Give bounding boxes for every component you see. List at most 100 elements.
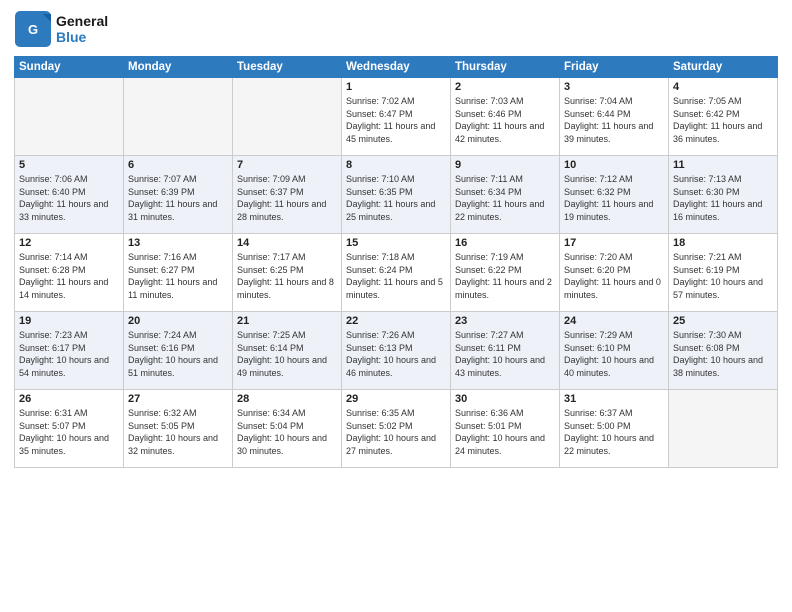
day-number: 2 [455, 81, 555, 93]
calendar-cell-4-1: 27 Sunrise: 6:32 AM Sunset: 5:05 PM Dayli… [124, 390, 233, 468]
calendar-cell-0-2 [233, 78, 342, 156]
calendar-cell-2-4: 16 Sunrise: 7:19 AM Sunset: 6:22 PM Dayli… [451, 234, 560, 312]
day-info: Sunrise: 7:14 AM Sunset: 6:28 PM Dayligh… [19, 251, 119, 301]
week-row-3: 12 Sunrise: 7:14 AM Sunset: 6:28 PM Dayli… [15, 234, 778, 312]
logo-svg: G [14, 10, 52, 48]
day-number: 15 [346, 237, 446, 249]
day-number: 30 [455, 393, 555, 405]
day-number: 18 [673, 237, 773, 249]
day-info: Sunrise: 7:27 AM Sunset: 6:11 PM Dayligh… [455, 329, 555, 379]
calendar-cell-1-1: 6 Sunrise: 7:07 AM Sunset: 6:39 PM Daylig… [124, 156, 233, 234]
day-number: 17 [564, 237, 664, 249]
calendar-cell-0-5: 3 Sunrise: 7:04 AM Sunset: 6:44 PM Daylig… [560, 78, 669, 156]
day-info: Sunrise: 7:30 AM Sunset: 6:08 PM Dayligh… [673, 329, 773, 379]
calendar-cell-0-4: 2 Sunrise: 7:03 AM Sunset: 6:46 PM Daylig… [451, 78, 560, 156]
calendar-cell-3-2: 21Sunrise: 7:25 AM Sunset: 6:14 PM Dayli… [233, 312, 342, 390]
calendar-cell-1-5: 10 Sunrise: 7:12 AM Sunset: 6:32 PM Dayli… [560, 156, 669, 234]
day-info: Sunrise: 7:19 AM Sunset: 6:22 PM Dayligh… [455, 251, 555, 301]
calendar-cell-2-6: 18 Sunrise: 7:21 AM Sunset: 6:19 PM Dayli… [669, 234, 778, 312]
day-number: 5 [19, 159, 119, 171]
day-number: 1 [346, 81, 446, 93]
day-info: Sunrise: 7:20 AM Sunset: 6:20 PM Dayligh… [564, 251, 664, 301]
day-info: Sunrise: 7:21 AM Sunset: 6:19 PM Dayligh… [673, 251, 773, 301]
calendar-cell-4-3: 29Sunrise: 6:35 AM Sunset: 5:02 PM Dayli… [342, 390, 451, 468]
calendar-cell-4-2: 28Sunrise: 6:34 AM Sunset: 5:04 PM Dayli… [233, 390, 342, 468]
day-number: 13 [128, 237, 228, 249]
day-number: 7 [237, 159, 337, 171]
day-number: 4 [673, 81, 773, 93]
day-number: 21 [237, 315, 337, 327]
calendar-cell-3-0: 19 Sunrise: 7:23 AM Sunset: 6:17 PM Dayli… [15, 312, 124, 390]
day-number: 6 [128, 159, 228, 171]
calendar-cell-1-6: 11 Sunrise: 7:13 AM Sunset: 6:30 PM Dayli… [669, 156, 778, 234]
day-number: 28 [237, 393, 337, 405]
calendar-cell-0-0 [15, 78, 124, 156]
calendar-cell-3-1: 20 Sunrise: 7:24 AM Sunset: 6:16 PM Dayli… [124, 312, 233, 390]
day-info: Sunrise: 7:06 AM Sunset: 6:40 PM Dayligh… [19, 173, 119, 223]
svg-text:G: G [28, 22, 38, 37]
calendar-cell-0-1 [124, 78, 233, 156]
day-number: 3 [564, 81, 664, 93]
day-info: Sunrise: 7:13 AM Sunset: 6:30 PM Dayligh… [673, 173, 773, 223]
calendar-cell-1-4: 9Sunrise: 7:11 AM Sunset: 6:34 PM Daylig… [451, 156, 560, 234]
day-info: Sunrise: 7:03 AM Sunset: 6:46 PM Dayligh… [455, 95, 555, 145]
calendar-cell-4-6 [669, 390, 778, 468]
calendar-page: G General Blue SundayMondayTuesdayWednes… [0, 0, 792, 612]
day-info: Sunrise: 7:29 AM Sunset: 6:10 PM Dayligh… [564, 329, 664, 379]
day-info: Sunrise: 7:26 AM Sunset: 6:13 PM Dayligh… [346, 329, 446, 379]
day-info: Sunrise: 7:04 AM Sunset: 6:44 PM Dayligh… [564, 95, 664, 145]
calendar-cell-1-3: 8 Sunrise: 7:10 AM Sunset: 6:35 PM Daylig… [342, 156, 451, 234]
calendar-cell-2-2: 14 Sunrise: 7:17 AM Sunset: 6:25 PM Dayli… [233, 234, 342, 312]
day-number: 9 [455, 159, 555, 171]
weekday-wednesday: Wednesday [342, 57, 451, 78]
week-row-4: 19 Sunrise: 7:23 AM Sunset: 6:17 PM Dayli… [15, 312, 778, 390]
day-number: 19 [19, 315, 119, 327]
calendar-cell-1-2: 7 Sunrise: 7:09 AM Sunset: 6:37 PM Daylig… [233, 156, 342, 234]
day-number: 16 [455, 237, 555, 249]
day-info: Sunrise: 7:05 AM Sunset: 6:42 PM Dayligh… [673, 95, 773, 145]
day-info: Sunrise: 7:23 AM Sunset: 6:17 PM Dayligh… [19, 329, 119, 379]
day-number: 22 [346, 315, 446, 327]
day-info: Sunrise: 7:16 AM Sunset: 6:27 PM Dayligh… [128, 251, 228, 301]
day-number: 29 [346, 393, 446, 405]
day-number: 23 [455, 315, 555, 327]
page-header: G General Blue [14, 10, 778, 48]
day-info: Sunrise: 7:07 AM Sunset: 6:39 PM Dayligh… [128, 173, 228, 223]
calendar-cell-0-6: 4 Sunrise: 7:05 AM Sunset: 6:42 PM Daylig… [669, 78, 778, 156]
calendar-cell-2-5: 17 Sunrise: 7:20 AM Sunset: 6:20 PM Dayli… [560, 234, 669, 312]
calendar-cell-2-3: 15 Sunrise: 7:18 AM Sunset: 6:24 PM Dayli… [342, 234, 451, 312]
day-number: 12 [19, 237, 119, 249]
day-number: 20 [128, 315, 228, 327]
calendar-cell-4-0: 26Sunrise: 6:31 AM Sunset: 5:07 PM Dayli… [15, 390, 124, 468]
day-info: Sunrise: 7:10 AM Sunset: 6:35 PM Dayligh… [346, 173, 446, 223]
day-number: 31 [564, 393, 664, 405]
calendar-cell-3-5: 24Sunrise: 7:29 AM Sunset: 6:10 PM Dayli… [560, 312, 669, 390]
weekday-saturday: Saturday [669, 57, 778, 78]
day-info: Sunrise: 7:12 AM Sunset: 6:32 PM Dayligh… [564, 173, 664, 223]
day-number: 8 [346, 159, 446, 171]
day-info: Sunrise: 7:18 AM Sunset: 6:24 PM Dayligh… [346, 251, 446, 301]
day-info: Sunrise: 7:17 AM Sunset: 6:25 PM Dayligh… [237, 251, 337, 301]
day-info: Sunrise: 6:36 AM Sunset: 5:01 PM Dayligh… [455, 407, 555, 457]
calendar-cell-0-3: 1 Sunrise: 7:02 AM Sunset: 6:47 PM Daylig… [342, 78, 451, 156]
calendar-cell-4-5: 31 Sunrise: 6:37 AM Sunset: 5:00 PM Dayli… [560, 390, 669, 468]
weekday-monday: Monday [124, 57, 233, 78]
week-row-5: 26Sunrise: 6:31 AM Sunset: 5:07 PM Dayli… [15, 390, 778, 468]
logo: G General Blue [14, 10, 108, 48]
calendar-cell-2-0: 12 Sunrise: 7:14 AM Sunset: 6:28 PM Dayli… [15, 234, 124, 312]
day-number: 27 [128, 393, 228, 405]
day-info: Sunrise: 7:02 AM Sunset: 6:47 PM Dayligh… [346, 95, 446, 145]
calendar-cell-4-4: 30 Sunrise: 6:36 AM Sunset: 5:01 PM Dayli… [451, 390, 560, 468]
day-info: Sunrise: 7:09 AM Sunset: 6:37 PM Dayligh… [237, 173, 337, 223]
calendar-cell-1-0: 5 Sunrise: 7:06 AM Sunset: 6:40 PM Daylig… [15, 156, 124, 234]
day-info: Sunrise: 7:24 AM Sunset: 6:16 PM Dayligh… [128, 329, 228, 379]
weekday-friday: Friday [560, 57, 669, 78]
weekday-thursday: Thursday [451, 57, 560, 78]
day-number: 10 [564, 159, 664, 171]
calendar-cell-3-4: 23 Sunrise: 7:27 AM Sunset: 6:11 PM Dayli… [451, 312, 560, 390]
day-number: 11 [673, 159, 773, 171]
day-info: Sunrise: 6:32 AM Sunset: 5:05 PM Dayligh… [128, 407, 228, 457]
day-number: 14 [237, 237, 337, 249]
day-number: 25 [673, 315, 773, 327]
day-info: Sunrise: 6:37 AM Sunset: 5:00 PM Dayligh… [564, 407, 664, 457]
